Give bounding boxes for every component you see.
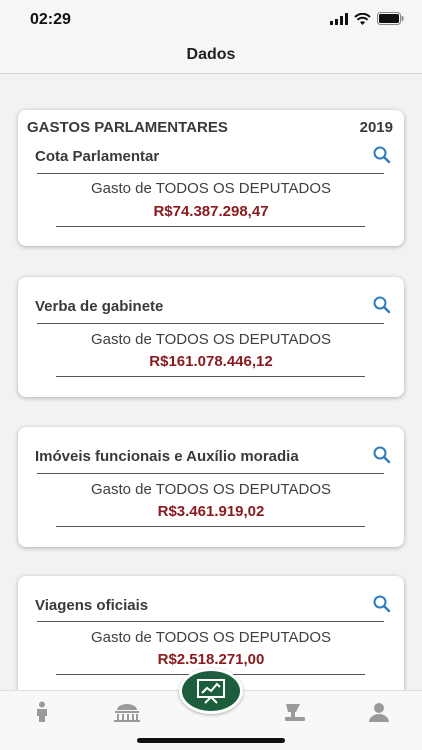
status-icons <box>330 12 404 25</box>
signal-icon <box>330 12 348 25</box>
card-description: Gasto de TODOS OS DEPUTADOS <box>90 331 332 348</box>
search-icon[interactable] <box>372 594 392 614</box>
card-amount: R$161.078.446,12 <box>149 353 273 370</box>
search-icon[interactable] <box>372 145 392 165</box>
card-amount: R$2.518.271,00 <box>157 651 265 668</box>
card-title: Cota Parlamentar <box>35 148 160 165</box>
year-label: 2019 <box>359 119 393 136</box>
cards-list[interactable]: GASTOS PARLAMENTARES 2019 Cota Parlament… <box>0 75 422 690</box>
card-amount: R$3.461.919,02 <box>157 503 265 520</box>
card-title: Verba de gabinete <box>35 298 164 315</box>
user-profile-icon <box>369 703 389 722</box>
status-time: 02:29 <box>30 11 71 28</box>
divider <box>37 621 384 622</box>
divider <box>56 376 365 377</box>
divider <box>56 226 365 227</box>
card-imoveis-funcionais[interactable]: Imóveis funcionais e Auxílio moradia Gas… <box>18 427 404 547</box>
card-amount: R$74.387.298,47 <box>153 203 269 220</box>
card-title: Viagens oficiais <box>35 597 149 614</box>
tab-deputados[interactable] <box>22 699 62 725</box>
battery-icon <box>377 12 404 25</box>
card-cota-parlamentar[interactable]: GASTOS PARLAMENTARES 2019 Cota Parlament… <box>18 110 404 246</box>
card-description: Gasto de TODOS OS DEPUTADOS <box>90 180 332 197</box>
search-icon[interactable] <box>372 295 392 315</box>
card-description: Gasto de TODOS OS DEPUTADOS <box>90 481 332 498</box>
tab-camara[interactable] <box>107 699 147 725</box>
congress-building-icon <box>114 704 140 722</box>
card-title: Imóveis funcionais e Auxílio moradia <box>35 448 299 465</box>
tab-votacoes[interactable] <box>275 699 315 725</box>
wifi-icon <box>354 12 371 25</box>
card-description: Gasto de TODOS OS DEPUTADOS <box>90 629 332 646</box>
divider <box>37 323 384 324</box>
card-header: GASTOS PARLAMENTARES 2019 <box>27 119 393 136</box>
section-title: GASTOS PARLAMENTARES <box>27 119 228 136</box>
search-icon[interactable] <box>372 445 392 465</box>
home-indicator <box>137 738 285 743</box>
voting-icon <box>285 704 305 721</box>
person-icon <box>37 701 47 722</box>
card-verba-gabinete[interactable]: Verba de gabinete Gasto de TODOS OS DEPU… <box>18 277 404 397</box>
presentation-chart-icon <box>197 679 225 704</box>
tab-perfil[interactable] <box>359 699 399 725</box>
status-bar: 02:29 <box>0 0 422 40</box>
page-title: Dados <box>186 46 236 63</box>
divider <box>56 526 365 527</box>
tab-dados[interactable] <box>179 668 243 714</box>
navigation-bar: Dados <box>0 40 422 74</box>
divider <box>37 173 384 174</box>
divider <box>37 473 384 474</box>
